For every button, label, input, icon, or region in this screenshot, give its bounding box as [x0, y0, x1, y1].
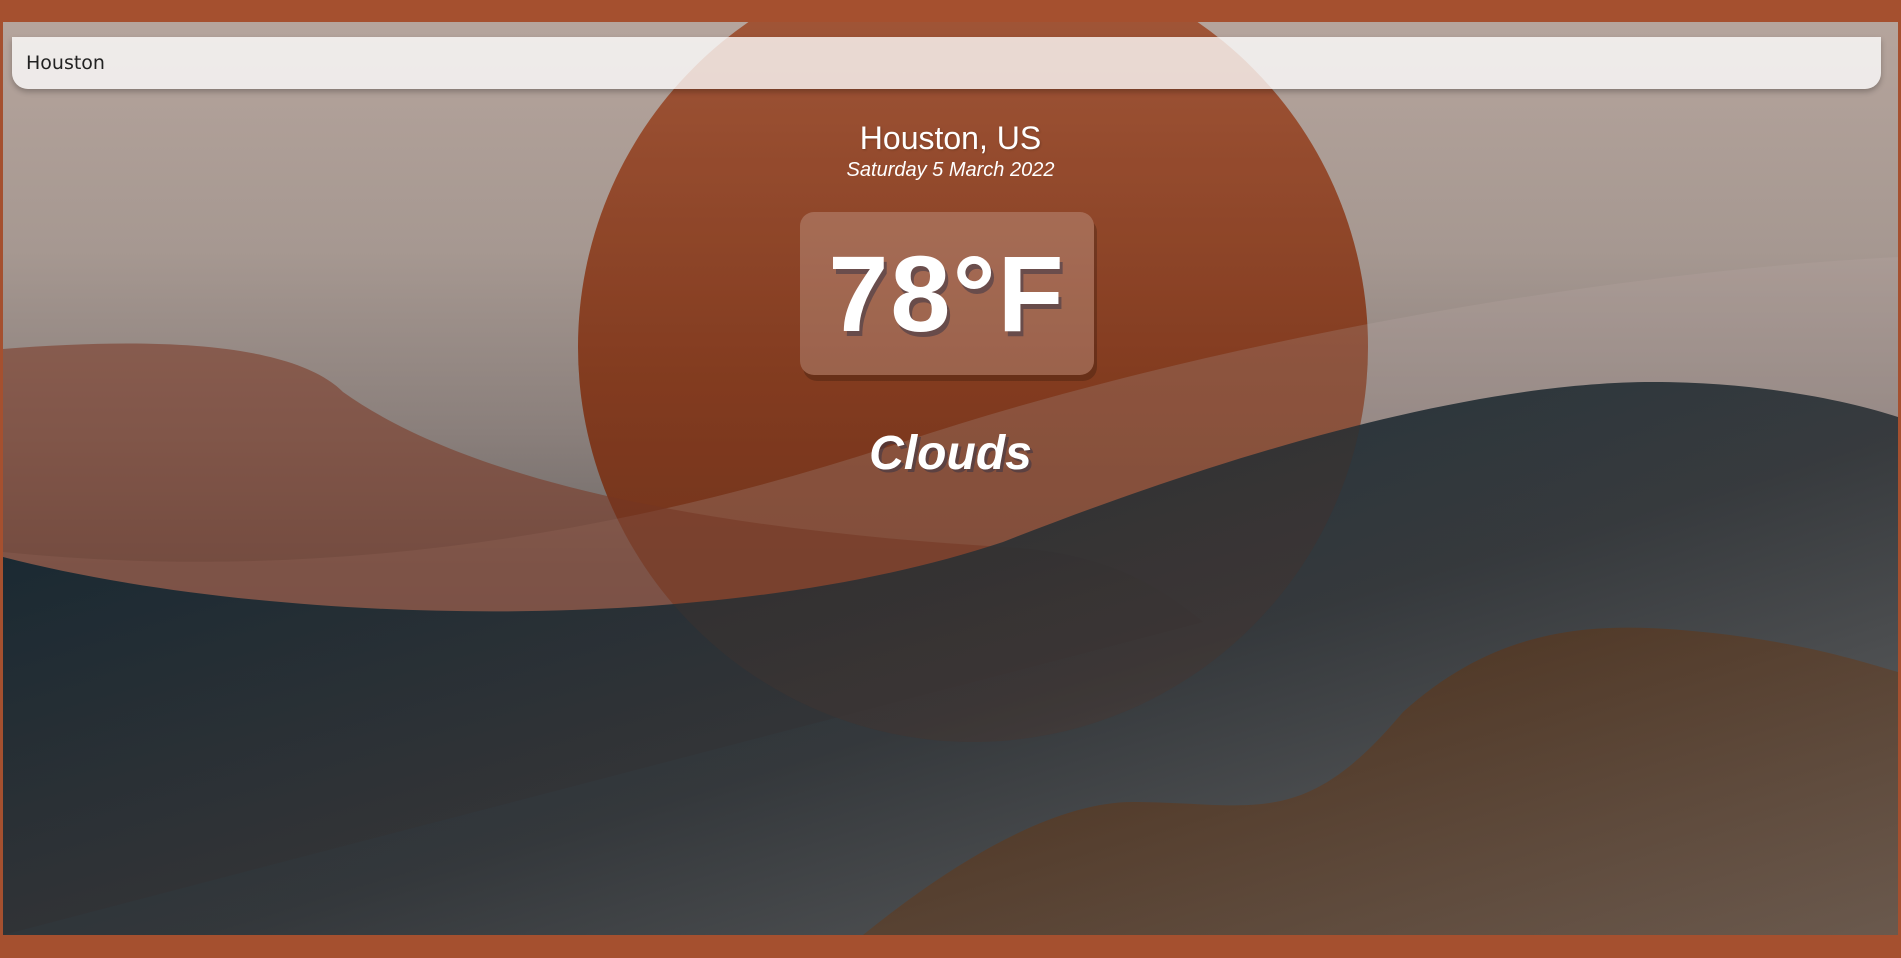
weather-condition: Clouds: [869, 427, 1032, 480]
date-label: Saturday 5 March 2022: [846, 159, 1055, 181]
temperature-display: 78°F: [800, 212, 1094, 375]
search-input[interactable]: [12, 37, 1881, 89]
location-label: Houston, US: [859, 120, 1042, 156]
weather-app: Houston, US Saturday 5 March 2022 78°F C…: [3, 22, 1898, 935]
